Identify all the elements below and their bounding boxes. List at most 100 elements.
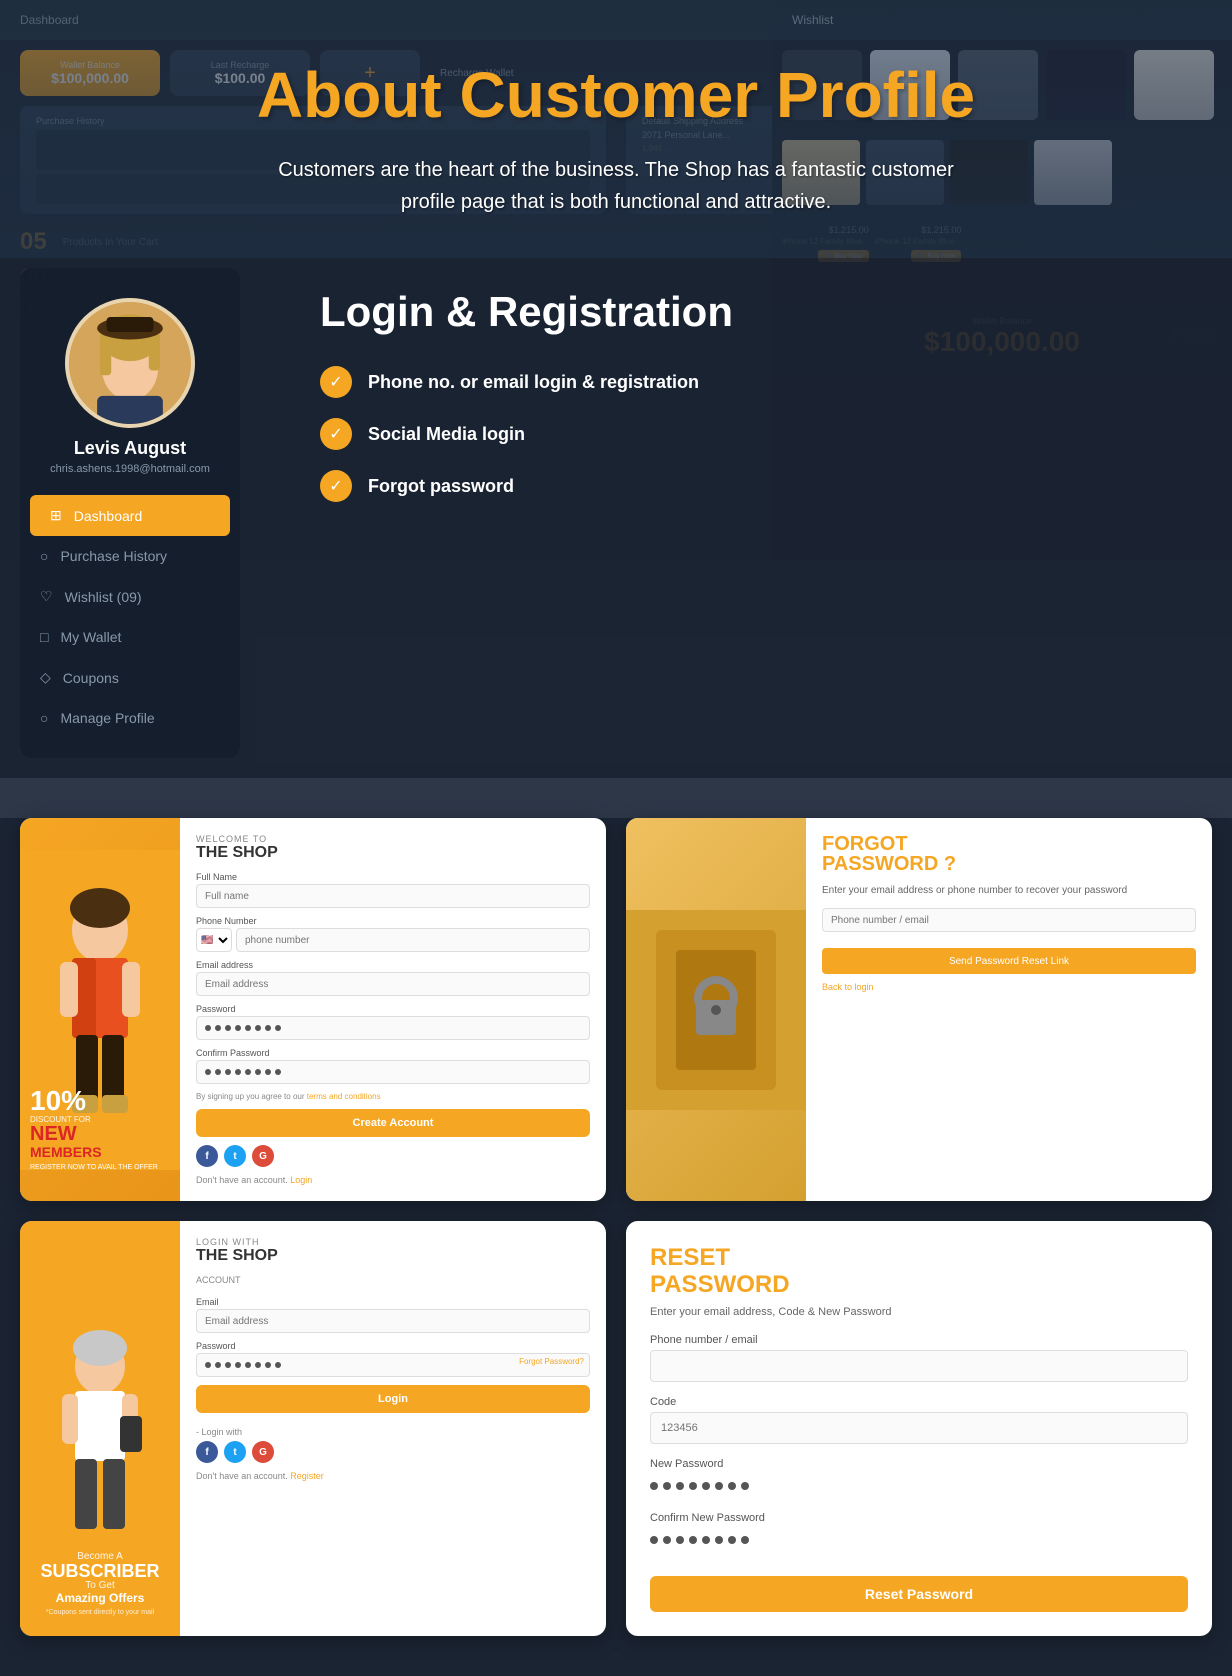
feature-check-3: ✓	[320, 470, 352, 502]
reg-phone-input[interactable]	[236, 928, 590, 952]
reg-phone-field: Phone Number 🇺🇸	[196, 916, 590, 952]
send-reset-link-button[interactable]: Send Password Reset Link	[822, 948, 1196, 974]
login-register-link: Don't have an account. Register	[196, 1471, 590, 1481]
forgot-email-input[interactable]	[822, 908, 1196, 932]
reg-google-btn[interactable]: G	[252, 1145, 274, 1167]
profile-name: Levis August	[20, 438, 240, 459]
reg-country-select[interactable]: 🇺🇸	[196, 928, 232, 952]
promo-percent: 10%	[30, 1087, 170, 1115]
reg-confirm-dots[interactable]	[196, 1060, 590, 1084]
login-email-label: Email	[196, 1297, 590, 1307]
wallet-icon: □	[40, 629, 48, 645]
nav-label-coupons: Coupons	[63, 670, 119, 686]
forgot-back-login: Back to login	[822, 982, 1196, 992]
reg-twitter-btn[interactable]: t	[224, 1145, 246, 1167]
reg-password-label: Password	[196, 1004, 590, 1014]
login-email-input[interactable]	[196, 1309, 590, 1333]
reset-title: RESET PASSWORD	[650, 1245, 1188, 1298]
reset-new-password-field: New Password	[650, 1458, 1188, 1498]
reg-password-field: Password	[196, 1004, 590, 1040]
features-title: Login & Registration	[320, 288, 1212, 336]
reg-fullname-label: Full Name	[196, 872, 590, 882]
registration-form: WELCOME TO THE SHOP Full Name Phone Numb…	[180, 818, 606, 1201]
feature-text-3: Forgot password	[368, 476, 514, 497]
reset-code-field: Code	[650, 1396, 1188, 1444]
promo-register: REGISTER NOW TO AVAIL THE OFFER	[30, 1164, 170, 1171]
profile-email: chris.ashens.1998@hotmail.com	[20, 463, 240, 475]
avatar-svg	[69, 298, 191, 428]
reset-password-button[interactable]: Reset Password	[650, 1576, 1188, 1612]
login-register-anchor[interactable]: Register	[290, 1471, 324, 1481]
registration-card: 10% DISCOUNT FOR NEW MEMBERS REGISTER NO…	[20, 818, 606, 1201]
purchase-icon: ○	[40, 548, 48, 564]
reset-new-password-label: New Password	[650, 1458, 1188, 1470]
reset-password-card: RESET PASSWORD Enter your email address,…	[626, 1221, 1212, 1636]
reg-terms-link[interactable]: terms and conditions	[307, 1092, 381, 1101]
nav-item-wallet[interactable]: □ My Wallet	[20, 617, 240, 657]
dashboard-icon: ⊞	[50, 507, 62, 524]
reg-email-input[interactable]	[196, 972, 590, 996]
reset-confirm-dots[interactable]	[650, 1528, 1188, 1552]
forgot-card-image	[626, 818, 806, 1201]
reset-phone-field: Phone number / email	[650, 1334, 1188, 1382]
page-title: About Customer Profile	[140, 60, 1092, 130]
login-twitter-btn[interactable]: t	[224, 1441, 246, 1463]
forgot-email-field	[822, 908, 1196, 932]
login-button[interactable]: Login	[196, 1385, 590, 1413]
login-facebook-btn[interactable]: f	[196, 1441, 218, 1463]
forgot-description: Enter your email address or phone number…	[822, 884, 1196, 898]
feature-text-2: Social Media login	[368, 424, 525, 445]
reg-welcome: WELCOME TO	[196, 834, 590, 844]
feature-text-1: Phone no. or email login & registration	[368, 372, 699, 393]
nav-item-coupons[interactable]: ◇ Coupons	[20, 657, 240, 698]
reset-code-input[interactable]	[650, 1412, 1188, 1444]
forgot-title: FORGOT PASSWORD ?	[822, 834, 1196, 874]
reset-confirm-field: Confirm New Password	[650, 1512, 1188, 1552]
feature-check-2: ✓	[320, 418, 352, 450]
login-welcome: LOGIN WITH	[196, 1237, 590, 1247]
nav-label-dashboard: Dashboard	[74, 508, 143, 524]
forgot-back-link[interactable]: Back to login	[822, 982, 874, 992]
reg-password-dots[interactable]	[196, 1016, 590, 1040]
nav-label-wishlist: Wishlist (09)	[65, 589, 142, 605]
login-password-field: Password Forgot Password?	[196, 1341, 590, 1377]
forgot-lock-image	[626, 910, 806, 1110]
reg-confirm-label: Confirm Password	[196, 1048, 590, 1058]
reset-phone-label: Phone number / email	[650, 1334, 1188, 1346]
nav-item-profile[interactable]: ○ Manage Profile	[20, 698, 240, 738]
reg-login-anchor[interactable]: Login	[290, 1175, 312, 1185]
login-form: LOGIN WITH THE SHOP ACCOUNT Email Passwo…	[180, 1221, 606, 1636]
create-account-button[interactable]: Create Account	[196, 1109, 590, 1137]
reg-login-link: Don't have an account. Login	[196, 1175, 590, 1185]
nav-item-wishlist[interactable]: ♡ Wishlist (09)	[20, 576, 240, 617]
coupons-icon: ◇	[40, 669, 51, 686]
reg-card-promo: 10% DISCOUNT FOR NEW MEMBERS REGISTER NO…	[20, 818, 180, 1201]
coupon-note: *Coupons sent directly to your mail	[30, 1609, 170, 1616]
reset-new-password-dots[interactable]	[650, 1474, 1188, 1498]
reg-terms: By signing up you agree to our terms and…	[196, 1092, 590, 1101]
nav-item-dashboard[interactable]: ⊞ Dashboard	[30, 495, 230, 536]
login-shop-name: THE SHOP	[196, 1247, 590, 1265]
feature-item-3: ✓ Forgot password	[320, 470, 1212, 502]
nav-label-wallet: My Wallet	[60, 629, 121, 645]
subscriber-label: SUBSCRIBER	[30, 1562, 170, 1580]
reg-facebook-btn[interactable]: f	[196, 1145, 218, 1167]
profile-sidebar: Levis August chris.ashens.1998@hotmail.c…	[20, 268, 240, 758]
nav-item-purchase[interactable]: ○ Purchase History	[20, 536, 240, 576]
forgot-password-form: FORGOT PASSWORD ? Enter your email addre…	[806, 818, 1212, 1201]
login-google-btn[interactable]: G	[252, 1441, 274, 1463]
reg-phone-label: Phone Number	[196, 916, 590, 926]
reset-phone-input[interactable]	[650, 1350, 1188, 1382]
forgot-password-link[interactable]: Forgot Password?	[519, 1357, 584, 1366]
reg-fullname-input[interactable]	[196, 884, 590, 908]
reset-description: Enter your email address, Code & New Pas…	[650, 1306, 1188, 1318]
login-password-label: Password	[196, 1341, 590, 1351]
feature-item-2: ✓ Social Media login	[320, 418, 1212, 450]
reg-shop-name: THE SHOP	[196, 844, 590, 862]
nav-label-profile: Manage Profile	[60, 710, 154, 726]
reg-fullname-field: Full Name	[196, 872, 590, 908]
cards-section: 10% DISCOUNT FOR NEW MEMBERS REGISTER NO…	[0, 818, 1232, 1636]
wishlist-icon: ♡	[40, 588, 53, 605]
reg-email-field: Email address	[196, 960, 590, 996]
subscriber-to-get: To Get	[30, 1580, 170, 1591]
